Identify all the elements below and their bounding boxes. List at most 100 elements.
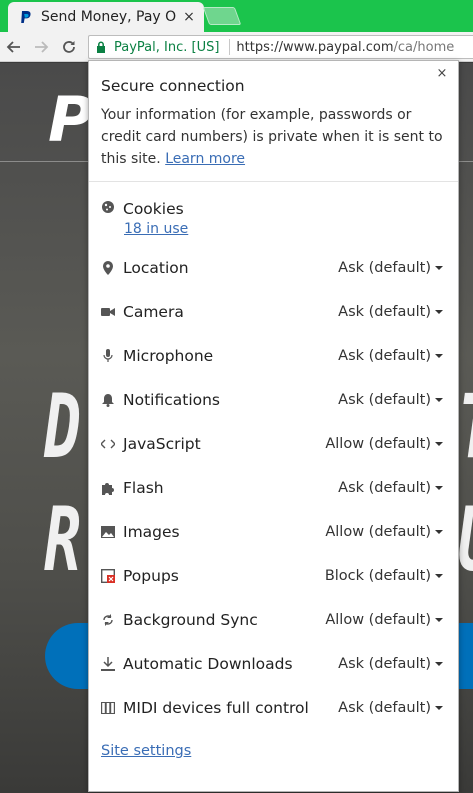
permission-row-javascript: JavaScript Allow (default) <box>101 432 443 456</box>
permission-row-popups: Popups Block (default) <box>101 564 443 588</box>
chevron-down-icon <box>435 266 443 270</box>
arrow-left-icon[interactable] <box>4 37 24 57</box>
bell-icon <box>101 392 115 408</box>
permission-row-camera: Camera Ask (default) <box>101 300 443 324</box>
hero-headline-line1-right: T <box>458 375 473 478</box>
permission-row-automatic-downloads: Automatic Downloads Ask (default) <box>101 652 443 676</box>
chevron-down-icon <box>435 706 443 710</box>
permission-value: Allow (default) <box>325 612 431 628</box>
permission-label: Images <box>123 523 180 541</box>
address-bar[interactable]: PayPal, Inc. [US] https://www.paypal.com… <box>88 35 473 59</box>
site-settings-link[interactable]: Site settings <box>101 743 191 759</box>
permission-dropdown[interactable]: Ask (default) <box>338 260 443 276</box>
permission-label: Popups <box>123 567 179 585</box>
chevron-down-icon <box>435 618 443 622</box>
permission-dropdown[interactable]: Allow (default) <box>325 524 443 540</box>
chevron-down-icon <box>435 398 443 402</box>
permission-label: Automatic Downloads <box>123 655 293 673</box>
tab-title: Send Money, Pay O <box>41 9 177 25</box>
cookies-in-use-link[interactable]: 18 in use <box>124 221 188 237</box>
description-text: Your information (for example, passwords… <box>101 107 443 167</box>
cookie-icon <box>101 199 115 218</box>
puzzle-icon <box>101 480 115 496</box>
permission-value: Ask (default) <box>338 304 431 320</box>
cookies-section: Cookies 18 in use <box>101 199 188 237</box>
learn-more-link[interactable]: Learn more <box>165 151 245 167</box>
tab-close-icon[interactable]: × <box>182 9 196 25</box>
permission-label: Microphone <box>123 347 214 365</box>
lock-icon[interactable] <box>96 40 108 54</box>
arrow-right-icon[interactable] <box>31 37 51 57</box>
sync-icon <box>101 612 115 628</box>
popup-heading: Secure connection <box>101 77 245 95</box>
permission-value: Ask (default) <box>338 348 431 364</box>
permission-label: Flash <box>123 479 164 497</box>
permission-value: Ask (default) <box>338 480 431 496</box>
permission-dropdown[interactable]: Allow (default) <box>325 436 443 452</box>
permission-label: Camera <box>123 303 184 321</box>
download-icon <box>101 656 115 672</box>
hero-headline-line2-right: U <box>458 488 473 591</box>
tab-strip: Send Money, Pay O × <box>0 0 473 32</box>
permission-dropdown[interactable]: Block (default) <box>325 568 443 584</box>
reload-icon[interactable] <box>59 37 79 57</box>
permission-label: MIDI devices full control <box>123 699 309 717</box>
permission-row-notifications: Notifications Ask (default) <box>101 388 443 412</box>
permission-label: Background Sync <box>123 611 258 629</box>
chevron-down-icon <box>435 310 443 314</box>
url-text[interactable]: https://www.paypal.com/ca/home <box>236 40 454 55</box>
hero-headline-line1: D <box>44 375 82 478</box>
permission-row-location: Location Ask (default) <box>101 256 443 280</box>
permission-label: JavaScript <box>123 435 201 453</box>
paypal-logo: P <box>48 83 94 156</box>
hero-headline-line2: R <box>44 488 82 591</box>
new-tab-icon[interactable] <box>202 7 242 25</box>
permission-value: Ask (default) <box>338 656 431 672</box>
permission-dropdown[interactable]: Ask (default) <box>338 656 443 672</box>
popup-description: Your information (for example, passwords… <box>101 104 451 170</box>
chevron-down-icon <box>435 354 443 358</box>
url-path: /ca/home <box>393 39 455 55</box>
close-icon[interactable]: × <box>435 67 449 81</box>
permission-value: Ask (default) <box>338 260 431 276</box>
cookies-label: Cookies <box>123 199 184 218</box>
permission-dropdown[interactable]: Ask (default) <box>338 392 443 408</box>
chevron-down-icon <box>435 574 443 578</box>
popup-divider <box>89 181 458 182</box>
location-pin-icon <box>101 260 115 276</box>
image-icon <box>101 524 115 540</box>
permission-row-background-sync: Background Sync Allow (default) <box>101 608 443 632</box>
chevron-down-icon <box>435 530 443 534</box>
permission-dropdown[interactable]: Ask (default) <box>338 480 443 496</box>
permission-dropdown[interactable]: Ask (default) <box>338 304 443 320</box>
permission-label: Location <box>123 259 189 277</box>
paypal-favicon-icon <box>18 9 34 25</box>
chevron-down-icon <box>435 662 443 666</box>
permission-dropdown[interactable]: Ask (default) <box>338 700 443 716</box>
permission-row-microphone: Microphone Ask (default) <box>101 344 443 368</box>
permission-value: Ask (default) <box>338 700 431 716</box>
permission-value: Allow (default) <box>325 436 431 452</box>
microphone-icon <box>101 348 115 364</box>
omnibox-divider <box>229 39 231 55</box>
permission-value: Allow (default) <box>325 524 431 540</box>
browser-tab[interactable]: Send Money, Pay O × <box>8 2 204 32</box>
security-chip-label[interactable]: PayPal, Inc. [US] <box>114 40 219 55</box>
piano-keys-icon <box>101 700 115 716</box>
permission-value: Ask (default) <box>338 392 431 408</box>
permission-label: Notifications <box>123 391 221 409</box>
code-icon <box>101 436 115 452</box>
chevron-down-icon <box>435 486 443 490</box>
permission-dropdown[interactable]: Allow (default) <box>325 612 443 628</box>
permission-row-midi: MIDI devices full control Ask (default) <box>101 696 443 720</box>
chevron-down-icon <box>435 442 443 446</box>
site-info-popup: × Secure connection Your information (fo… <box>88 60 459 792</box>
permission-value: Block (default) <box>324 568 431 584</box>
url-host: https://www.paypal.com <box>236 39 394 55</box>
permission-row-images: Images Allow (default) <box>101 520 443 544</box>
permission-dropdown[interactable]: Ask (default) <box>338 348 443 364</box>
camera-icon <box>101 304 115 320</box>
browser-toolbar: PayPal, Inc. [US] https://www.paypal.com… <box>0 32 473 62</box>
permission-row-flash: Flash Ask (default) <box>101 476 443 500</box>
popup-blocked-icon <box>101 568 115 584</box>
